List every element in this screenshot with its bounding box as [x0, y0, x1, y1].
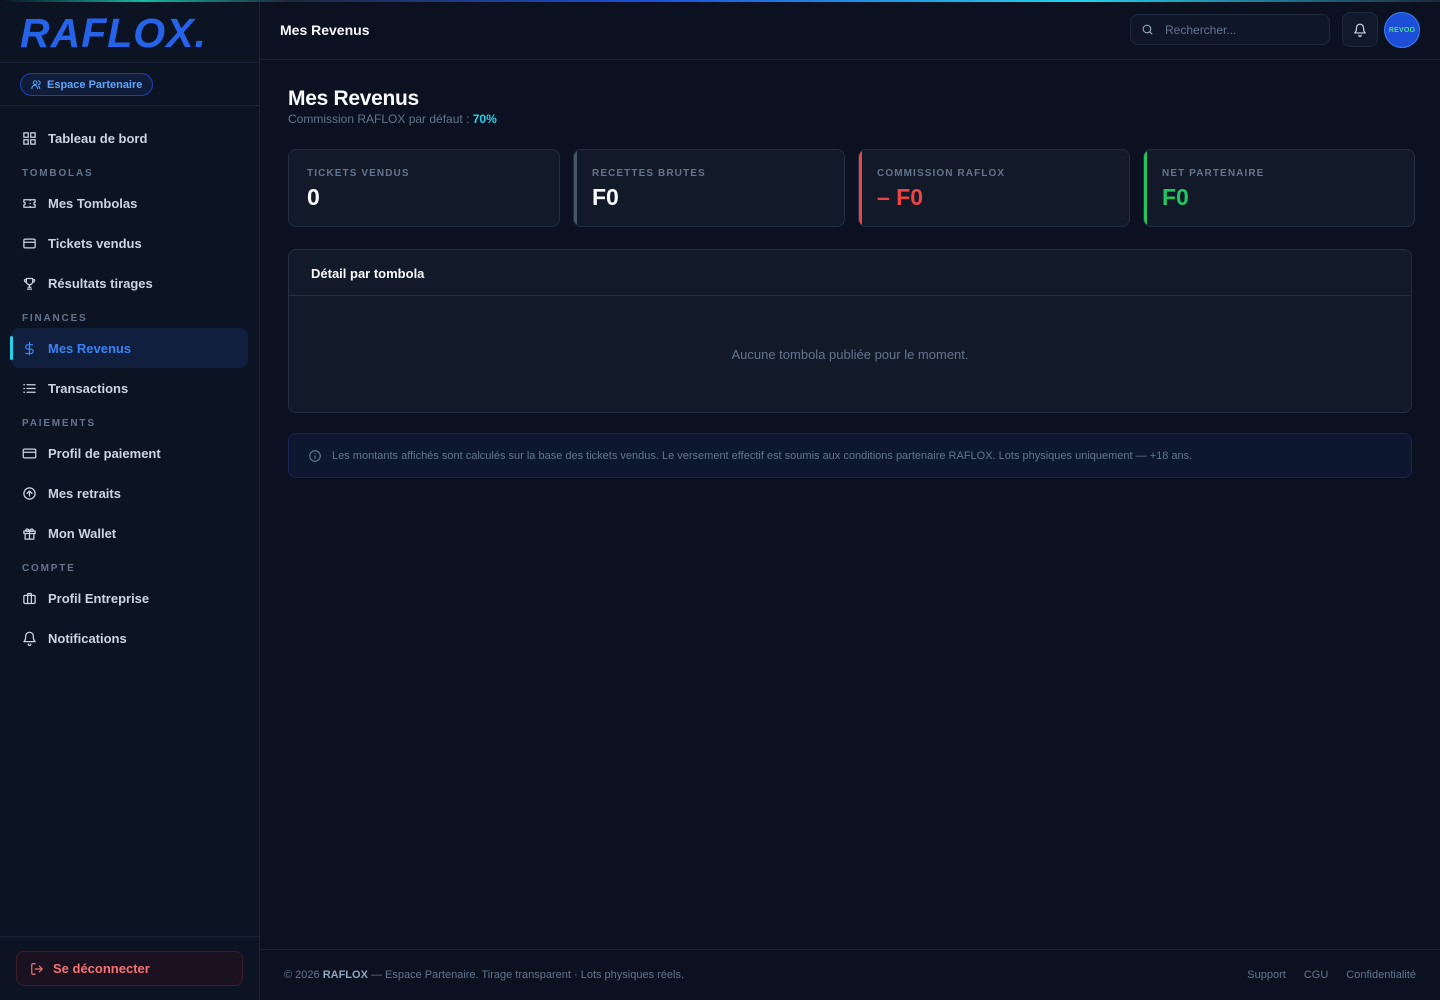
stat-card-net-partenaire: NET PARTENAIRE F0	[1143, 149, 1415, 227]
sidebar-item-profil-paiement[interactable]: Profil de paiement	[11, 433, 248, 473]
sidebar-nav: Tableau de bord TOMBOLAS Mes Tombolas Ti…	[0, 106, 259, 658]
avatar[interactable]: REVOO	[1384, 12, 1420, 48]
ticket-icon	[23, 198, 36, 208]
credit-card-icon	[22, 448, 37, 458]
partner-badge-label: Espace Partenaire	[47, 78, 143, 91]
stat-label: NET PARTENAIRE	[1162, 168, 1265, 179]
sidebar-item-transactions[interactable]: Transactions	[11, 368, 248, 408]
logout-icon	[31, 962, 43, 975]
partner-badge-area: Espace Partenaire	[0, 63, 259, 106]
notifications-button[interactable]	[1342, 12, 1378, 47]
sidebar-item-profil-entreprise[interactable]: Profil Entreprise	[11, 578, 248, 618]
search-icon	[1142, 24, 1153, 35]
sidebar-item-label: Tickets vendus	[48, 235, 142, 251]
notice-text: Les montants affichés sont calculés sur …	[332, 449, 1193, 462]
sidebar-item-label: Résultats tirages	[48, 275, 153, 291]
stat-value: F0	[592, 184, 619, 210]
card-icon	[23, 238, 36, 248]
sidebar-item-mes-revenus[interactable]: Mes Revenus	[10, 328, 248, 368]
detail-card: Détail par tombola Aucune tombola publié…	[288, 249, 1412, 413]
footer-suffix: — Espace Partenaire. Tirage transparent …	[367, 969, 685, 981]
section-label-finances: FINANCES	[22, 313, 88, 324]
footer-link-confidentialite[interactable]: Confidentialité	[1346, 969, 1416, 981]
footer-brand: RAFLOX	[322, 969, 368, 981]
logout-area: Se déconnecter	[0, 936, 260, 1000]
stat-card-tickets-vendus: TICKETS VENDUS 0	[288, 149, 560, 227]
sidebar-item-label: Mes Tombolas	[48, 195, 138, 211]
stat-value: 0	[307, 184, 320, 210]
top-header: Mes Revenus REVOO	[260, 0, 1440, 60]
footer-link-support[interactable]: Support	[1247, 969, 1286, 981]
stat-value: – F0	[877, 184, 924, 210]
sidebar-item-label: Profil Entreprise	[48, 590, 150, 606]
stat-card-recettes-brutes: RECETTES BRUTES F0	[573, 149, 845, 227]
dollar-icon	[25, 341, 34, 355]
stat-accent-bar	[289, 150, 292, 226]
raflox-logo[interactable]: RAFLOX.	[20, 12, 259, 54]
sidebar-item-label: Notifications	[48, 630, 127, 646]
footer-prefix: © 2026	[284, 969, 323, 981]
footer: © 2026 RAFLOX — Espace Partenaire. Tirag…	[260, 949, 1440, 1000]
page-title: Mes Revenus	[288, 87, 419, 110]
footer-links: Support CGU Confidentialité	[1247, 969, 1416, 981]
stats-row: TICKETS VENDUS 0 RECETTES BRUTES F0 COMM…	[288, 149, 1415, 227]
gift-icon	[23, 527, 36, 540]
arrow-up-circle-icon	[23, 486, 36, 500]
sidebar-item-label: Mes retraits	[48, 485, 121, 501]
footer-copyright: © 2026 RAFLOX — Espace Partenaire. Tirag…	[284, 969, 684, 981]
stat-accent-bar	[574, 150, 577, 226]
stat-accent-bar	[859, 150, 862, 226]
stat-accent-bar	[1144, 150, 1147, 226]
logout-button[interactable]: Se déconnecter	[16, 951, 243, 986]
sidebar-item-tickets-vendus[interactable]: Tickets vendus	[11, 223, 248, 263]
sidebar-item-label: Mes Revenus	[48, 340, 132, 356]
empty-state-text: Aucune tombola publiée pour le moment.	[731, 347, 969, 362]
commission-rate: 70%	[472, 112, 497, 126]
page-subtitle: Commission RAFLOX par défaut : 70%	[288, 112, 497, 126]
sidebar-item-label: Mon Wallet	[48, 525, 117, 541]
header-title: Mes Revenus	[280, 22, 370, 38]
sidebar-item-mes-retraits[interactable]: Mes retraits	[11, 473, 248, 513]
stat-label: RECETTES BRUTES	[592, 168, 706, 179]
section-label-paiements: PAIEMENTS	[22, 418, 96, 429]
section-label-compte: COMPTE	[22, 563, 76, 574]
sidebar: RAFLOX. Espace Partenaire Tableau de bor…	[0, 0, 260, 1000]
trophy-icon	[23, 277, 36, 290]
grid-icon	[23, 131, 36, 145]
sidebar-item-dashboard[interactable]: Tableau de bord	[11, 118, 248, 158]
bell-icon	[23, 631, 36, 646]
sidebar-item-label: Tableau de bord	[48, 130, 148, 146]
top-accent-line	[0, 0, 1440, 2]
stat-value: F0	[1162, 184, 1189, 210]
briefcase-icon	[23, 592, 36, 604]
sidebar-item-mes-tombolas[interactable]: Mes Tombolas	[11, 183, 248, 223]
sidebar-item-notifications[interactable]: Notifications	[11, 618, 248, 658]
search-input[interactable]	[1165, 22, 1315, 37]
bell-icon	[1354, 23, 1366, 37]
info-notice: Les montants affichés sont calculés sur …	[288, 433, 1412, 478]
info-icon	[309, 449, 321, 462]
partner-badge: Espace Partenaire	[20, 73, 154, 96]
detail-card-title: Détail par tombola	[289, 250, 1411, 296]
subtitle-text: Commission RAFLOX par défaut :	[288, 112, 473, 126]
stat-label: TICKETS VENDUS	[307, 168, 410, 179]
sidebar-item-label: Profil de paiement	[48, 445, 161, 461]
footer-link-cgu[interactable]: CGU	[1304, 969, 1328, 981]
section-label-tombolas: TOMBOLAS	[22, 168, 94, 179]
stat-label: COMMISSION RAFLOX	[877, 168, 1006, 179]
logout-label: Se déconnecter	[53, 961, 150, 976]
brand-area: RAFLOX.	[0, 0, 259, 63]
list-icon	[23, 383, 36, 393]
sidebar-item-label: Transactions	[48, 380, 129, 396]
sidebar-item-resultats-tirages[interactable]: Résultats tirages	[11, 263, 248, 303]
stat-card-commission-raflox: COMMISSION RAFLOX – F0	[858, 149, 1130, 227]
users-icon	[31, 80, 41, 90]
search-box	[1130, 14, 1330, 45]
sidebar-item-mon-wallet[interactable]: Mon Wallet	[11, 513, 248, 553]
